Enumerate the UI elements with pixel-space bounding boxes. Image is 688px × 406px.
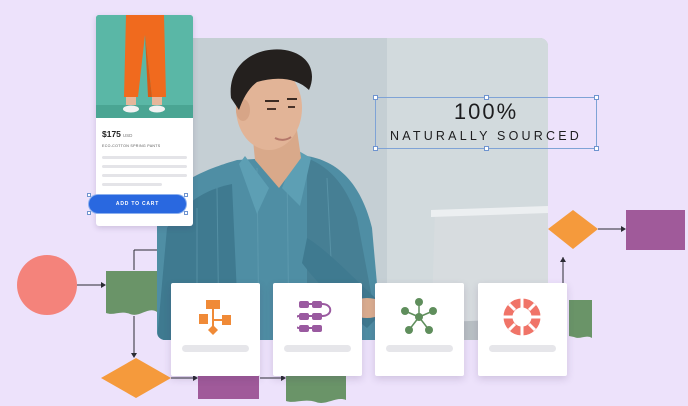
button-handle-tr[interactable] (184, 193, 188, 197)
add-to-cart-button[interactable]: ADD TO CART (89, 195, 186, 213)
resize-handle-tl[interactable] (373, 95, 378, 100)
card-caption-placeholder (489, 345, 556, 352)
lifebuoy-icon (503, 298, 541, 336)
green-document-shape (569, 300, 592, 338)
network-nodes-icon (401, 298, 437, 334)
card-caption-placeholder (386, 345, 453, 352)
placeholder-line (102, 156, 187, 159)
button-handle-tl[interactable] (87, 193, 91, 197)
template-card-flowchart[interactable] (171, 283, 260, 376)
headline-percent: 100% (453, 99, 519, 124)
card-caption-placeholder (284, 345, 351, 352)
product-price: $175 USD (102, 129, 133, 139)
orange-pants-illustration (96, 15, 193, 118)
green-document-shape (106, 271, 157, 315)
resize-handle-tr[interactable] (594, 95, 599, 100)
placeholder-line (102, 174, 187, 177)
placeholder-line (102, 183, 162, 186)
resize-handle-br[interactable] (594, 146, 599, 151)
headline-tagline: NATURALLY SOURCED (390, 129, 582, 143)
button-handle-bl[interactable] (87, 211, 91, 215)
template-card-network[interactable] (375, 283, 464, 376)
button-handle-br[interactable] (184, 211, 188, 215)
green-document-shape (286, 375, 346, 403)
resize-handle-bm[interactable] (484, 146, 489, 151)
price-currency: USD (122, 133, 133, 138)
coral-circle-shape (17, 255, 77, 315)
flowchart-icon (199, 300, 231, 335)
headline-selection-box[interactable]: 100% NATURALLY SOURCED (373, 95, 599, 151)
placeholder-line (102, 165, 187, 168)
orange-diamond-shape (101, 358, 171, 398)
purple-rect-shape (198, 374, 259, 399)
template-card-lifebuoy[interactable] (478, 283, 567, 376)
resize-handle-bl[interactable] (373, 146, 378, 151)
purple-rect-shape (626, 210, 685, 250)
template-card-process[interactable] (273, 283, 362, 376)
process-steps-icon (297, 301, 332, 332)
product-image (96, 15, 193, 118)
card-caption-placeholder (182, 345, 249, 352)
orange-diamond-shape (548, 210, 598, 249)
product-name: ECO-COTTON SPRING PANTS (102, 144, 161, 148)
resize-handle-tm[interactable] (484, 95, 489, 100)
